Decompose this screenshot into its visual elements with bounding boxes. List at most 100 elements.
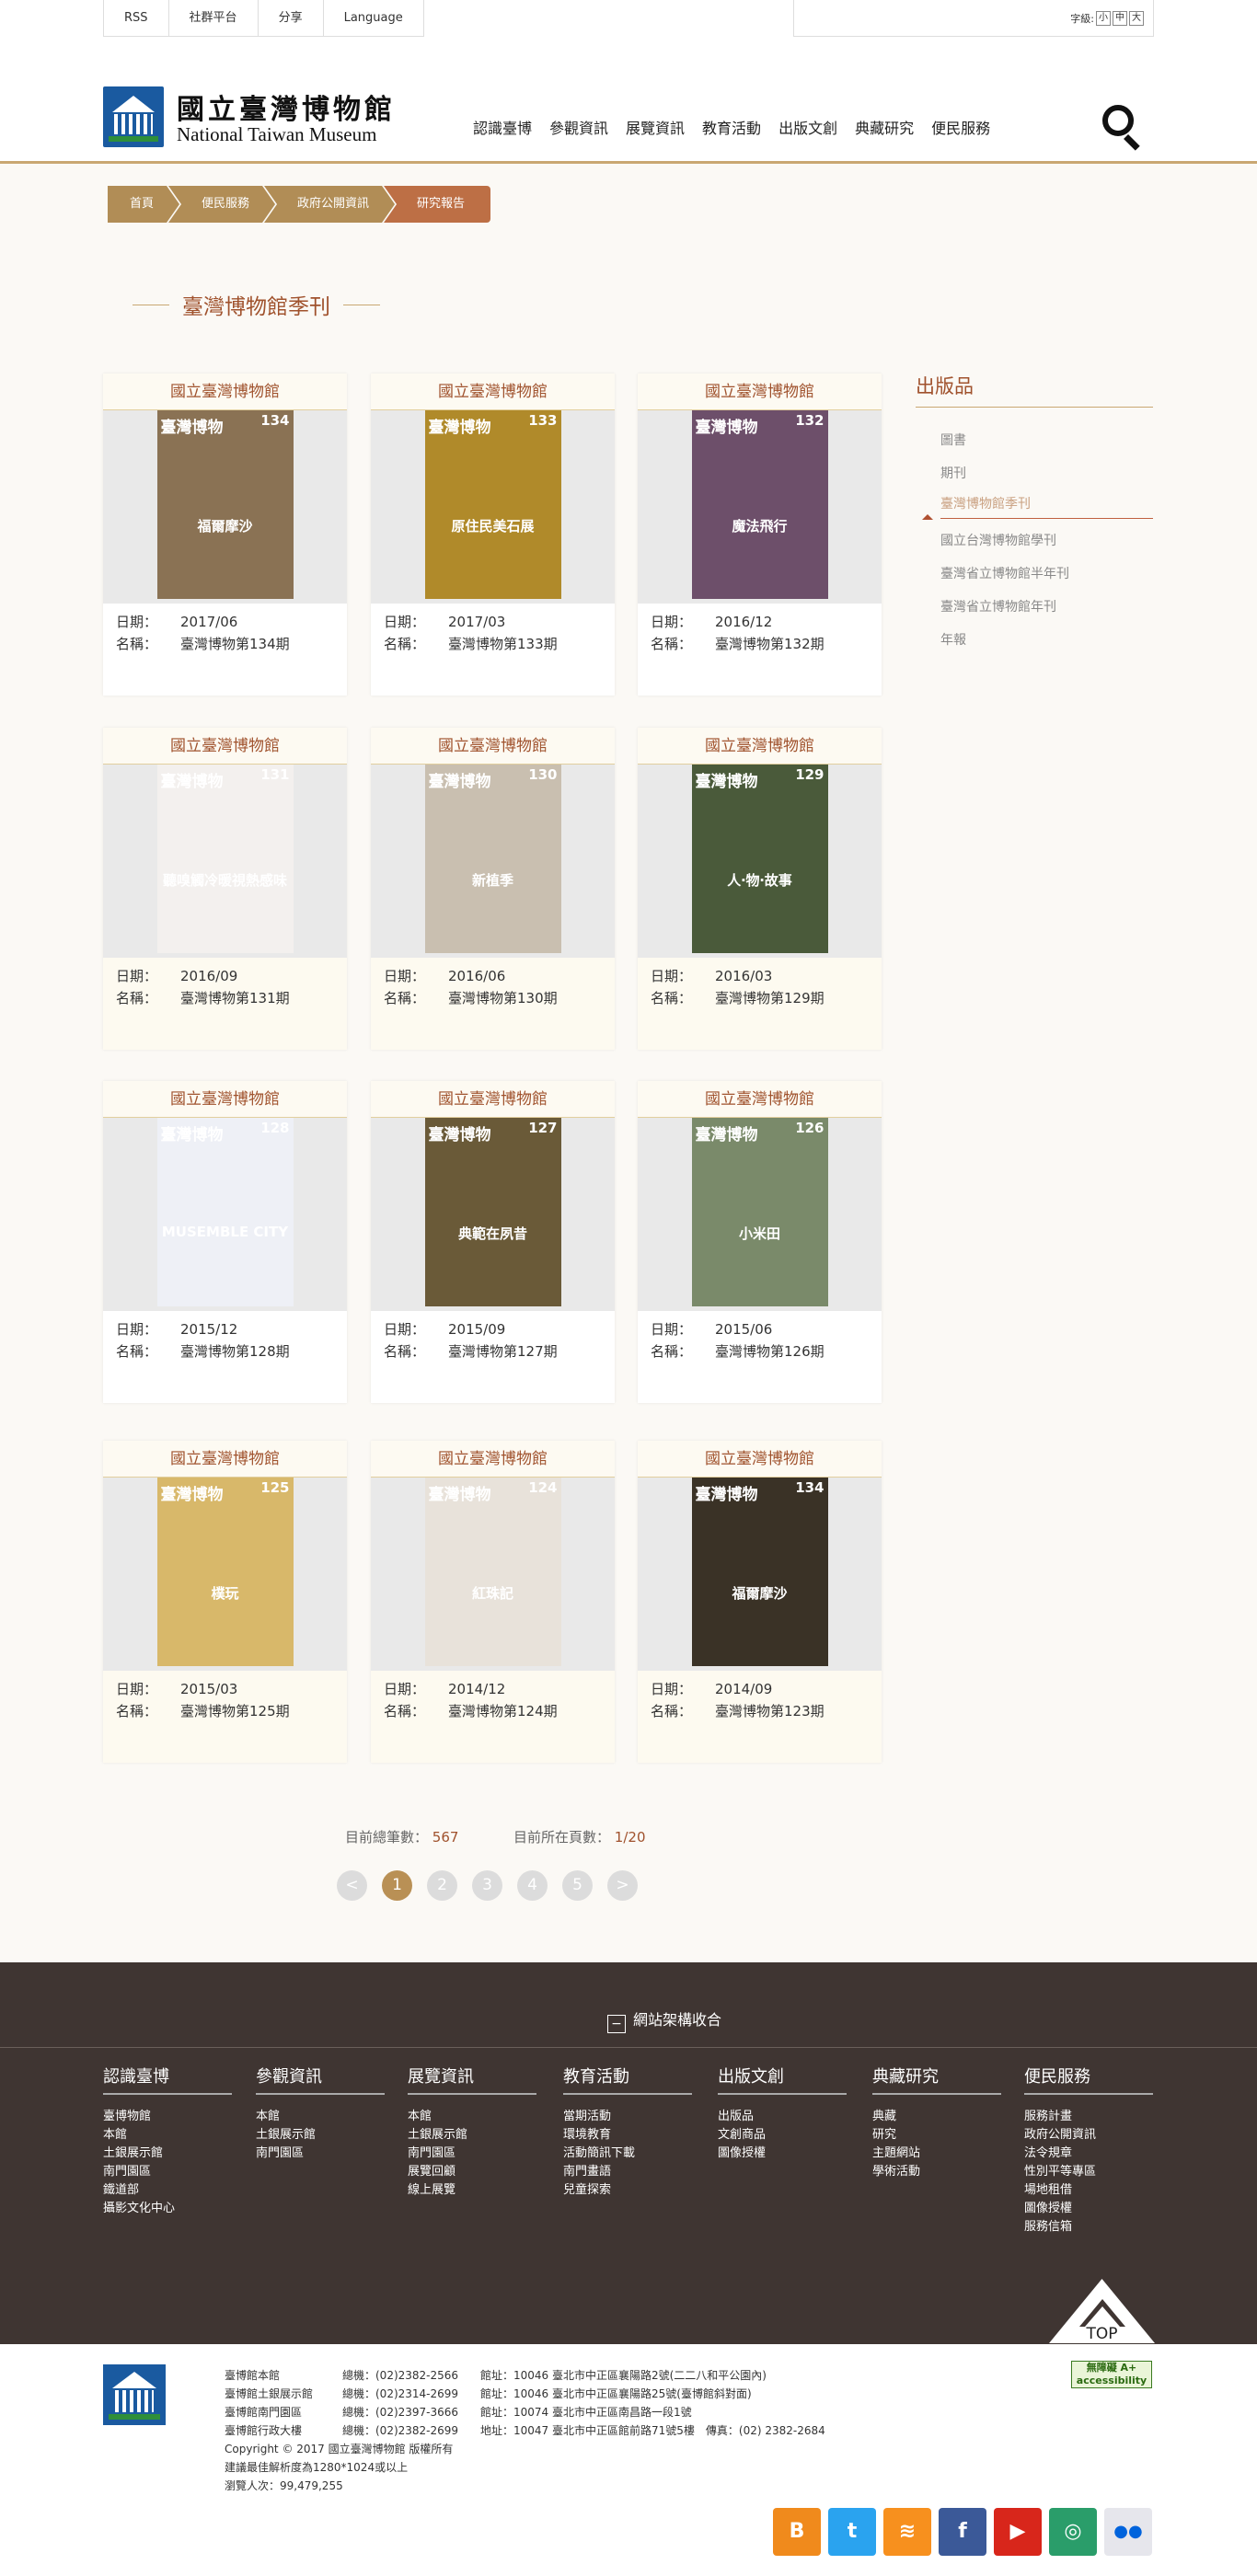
twitter-icon[interactable]: t [828,2508,876,2556]
nav-collections[interactable]: 典藏研究 [855,116,914,138]
cover-image[interactable]: 臺灣博物 134 福爾摩沙 [156,410,294,599]
cover-image[interactable]: 臺灣博物 131 聽嗅觸冷暖視熱感味 [156,765,294,953]
footer-link[interactable]: 鐵道部 [103,2181,232,2200]
cover-image[interactable]: 臺灣博物 125 樸玩 [156,1478,294,1666]
page-2-button[interactable]: 2 [427,1870,457,1901]
publication-card[interactable]: 國立臺灣博物館 臺灣博物 128 MUSEMBLE CITY 日期： 2015/12 名稱：… [103,1081,347,1403]
nav-about[interactable]: 認識臺博 [473,116,532,138]
nav-exhibitions[interactable]: 展覽資訊 [626,116,685,138]
sidebar-item-semiannual[interactable]: 臺灣省立博物館半年刊 [940,558,1153,591]
footer-link[interactable]: 土銀展示館 [103,2145,232,2163]
back-to-top-button[interactable]: TOP [1049,2279,1155,2343]
font-size-small-button[interactable]: 小 [1096,10,1111,26]
cover-image[interactable]: 臺灣博物 133 原住民美石展 [424,410,561,599]
share-link[interactable]: 分享 [259,0,324,36]
language-link[interactable]: Language [324,0,423,36]
footer-link[interactable]: 本館 [103,2126,232,2145]
footer-link[interactable]: 政府公開資訊 [1024,2126,1153,2145]
publication-card[interactable]: 國立臺灣博物館 臺灣博物 131 聽嗅觸冷暖視熱感味 日期： 2016/09 名稱： 臺灣博物… [103,728,347,1050]
cover-image[interactable]: 臺灣博物 130 新植季 [424,765,561,953]
cover-image[interactable]: 臺灣博物 132 魔法飛行 [691,410,828,599]
prev-page-button[interactable]: < [337,1870,367,1901]
rss-link[interactable]: RSS [104,0,169,36]
cover-image[interactable]: 臺灣博物 128 MUSEMBLE CITY [156,1118,294,1306]
footer-link[interactable]: 主題網站 [872,2145,1001,2163]
publication-card[interactable]: 國立臺灣博物館 臺灣博物 133 原住民美石展 日期： 2017/03 名稱： 臺灣博物第13… [371,374,615,696]
footer-link[interactable]: 展覽回顧 [408,2163,536,2181]
page-4-button[interactable]: 4 [517,1870,548,1901]
publication-card[interactable]: 國立臺灣博物館 臺灣博物 134 福爾摩沙 日期： 2017/06 名稱： 臺灣博物第134期 [103,374,347,696]
nav-education[interactable]: 教育活動 [702,116,761,138]
footer-link[interactable]: 南門園區 [256,2145,385,2163]
footer-column-title[interactable]: 便民服務 [1024,2064,1153,2095]
tripadvisor-icon[interactable]: ◎ [1049,2508,1097,2556]
site-logo[interactable]: 國立臺灣博物館 National Taiwan Museum [103,86,416,147]
publication-card[interactable]: 國立臺灣博物館 臺灣博物 132 魔法飛行 日期： 2016/12 名稱： 臺灣博物第132期 [638,374,882,696]
footer-link[interactable]: 本館 [408,2108,536,2126]
font-size-medium-button[interactable]: 中 [1113,10,1127,26]
nav-publications[interactable]: 出版文創 [778,116,837,138]
publication-card[interactable]: 國立臺灣博物館 臺灣博物 127 典範在夙昔 日期： 2015/09 名稱： 臺灣博物第127… [371,1081,615,1403]
footer-link[interactable]: 活動簡訊下載 [563,2145,692,2163]
footer-column-title[interactable]: 出版文創 [718,2064,847,2095]
footer-link[interactable]: 服務信箱 [1024,2218,1153,2237]
publication-card[interactable]: 國立臺灣博物館 臺灣博物 125 樸玩 日期： 2015/03 名稱： 臺灣博物第125期 [103,1441,347,1763]
blogger-icon[interactable]: B [773,2508,821,2556]
footer-link[interactable]: 圖像授權 [1024,2200,1153,2218]
sidebar-item-journals[interactable]: 期刊 [940,457,1153,490]
footer-link[interactable]: 臺博物館 [103,2108,232,2126]
footer-link[interactable]: 南門園區 [103,2163,232,2181]
footer-link[interactable]: 服務計畫 [1024,2108,1153,2126]
breadcrumb-home[interactable]: 首頁 [108,186,179,223]
social-link[interactable]: 社群平台 [169,0,259,36]
breadcrumb-services[interactable]: 便民服務 [168,186,275,223]
footer-link[interactable]: 場地租借 [1024,2181,1153,2200]
footer-link[interactable]: 南門園區 [408,2145,536,2163]
footer-column-title[interactable]: 典藏研究 [872,2064,1001,2095]
footer-link[interactable]: 文創商品 [718,2126,847,2145]
search-icon[interactable] [1101,103,1145,151]
sidebar-item-books[interactable]: 圖書 [940,424,1153,457]
footer-link[interactable]: 當期活動 [563,2108,692,2126]
breadcrumb-gov-info[interactable]: 政府公開資訊 [264,186,395,223]
footer-link[interactable]: 土銀展示館 [256,2126,385,2145]
footer-link[interactable]: 攝影文化中心 [103,2200,232,2218]
footer-column-title[interactable]: 展覽資訊 [408,2064,536,2095]
footer-link[interactable]: 出版品 [718,2108,847,2126]
nav-visit[interactable]: 參觀資訊 [549,116,608,138]
sitemap-toggle[interactable]: − 網站架構收合 [607,2007,721,2033]
sidebar-item-quarterly[interactable]: 臺灣博物館季刊 [922,490,1153,520]
publication-card[interactable]: 國立臺灣博物館 臺灣博物 130 新植季 日期： 2016/06 名稱： 臺灣博物第130期 [371,728,615,1050]
accessibility-badge[interactable]: 無障礙 A+ accessibility [1071,2361,1152,2388]
footer-link[interactable]: 環境教育 [563,2126,692,2145]
font-size-large-button[interactable]: 大 [1129,10,1144,26]
page-3-button[interactable]: 3 [472,1870,502,1901]
footer-link[interactable]: 研究 [872,2126,1001,2145]
nav-services[interactable]: 便民服務 [931,116,990,138]
next-page-button[interactable]: > [607,1870,638,1901]
sidebar-item-annual-journal[interactable]: 臺灣省立博物館年刊 [940,591,1153,624]
footer-link[interactable]: 法令規章 [1024,2145,1153,2163]
page-5-button[interactable]: 5 [562,1870,593,1901]
footer-link[interactable]: 線上展覽 [408,2181,536,2200]
youtube-icon[interactable]: ▶ [994,2508,1042,2556]
facebook-icon[interactable]: f [939,2508,986,2556]
cover-image[interactable]: 臺灣博物 124 紅珠記 [424,1478,561,1666]
footer-link[interactable]: 性別平等專區 [1024,2163,1153,2181]
footer-link[interactable]: 本館 [256,2108,385,2126]
footer-column-title[interactable]: 認識臺博 [103,2064,232,2095]
footer-link[interactable]: 典藏 [872,2108,1001,2126]
publication-card[interactable]: 國立臺灣博物館 臺灣博物 129 人‧物‧故事 日期： 2016/03 名稱： 臺灣博物第12… [638,728,882,1050]
footer-link[interactable]: 兒童探索 [563,2181,692,2200]
footer-column-title[interactable]: 教育活動 [563,2064,692,2095]
cover-image[interactable]: 臺灣博物 126 小米田 [691,1118,828,1306]
publication-card[interactable]: 國立臺灣博物館 臺灣博物 134 福爾摩沙 日期： 2014/09 名稱： 臺灣博物第123期 [638,1441,882,1763]
sidebar-item-ntm-journal[interactable]: 國立台灣博物館學刊 [940,524,1153,558]
cover-image[interactable]: 臺灣博物 127 典範在夙昔 [424,1118,561,1306]
publication-card[interactable]: 國立臺灣博物館 臺灣博物 124 紅珠記 日期： 2014/12 名稱： 臺灣博物第124期 [371,1441,615,1763]
cover-image[interactable]: 臺灣博物 129 人‧物‧故事 [691,765,828,953]
footer-column-title[interactable]: 參觀資訊 [256,2064,385,2095]
footer-link[interactable]: 學術活動 [872,2163,1001,2181]
sidebar-item-annual-report[interactable]: 年報 [940,624,1153,657]
page-1-button[interactable]: 1 [382,1870,412,1901]
